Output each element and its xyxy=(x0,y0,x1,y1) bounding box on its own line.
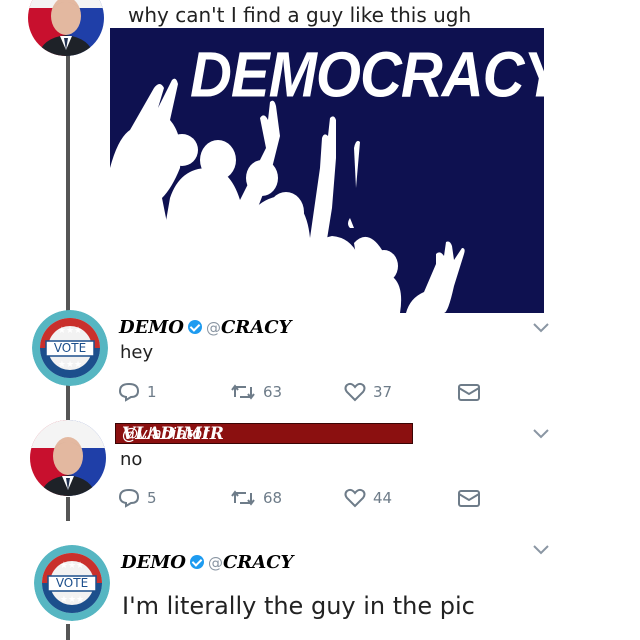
reply2-text: no xyxy=(120,449,143,470)
reply2-actions: 5 68 44 xyxy=(118,488,498,510)
reply1-retweet-button[interactable]: 63 xyxy=(230,382,282,402)
reply2-dm-button[interactable] xyxy=(457,488,481,508)
reply3-name-right: CRACY xyxy=(222,552,294,573)
avatar-vote-badge-2[interactable]: VOTE ★★★ ★★★ xyxy=(34,545,110,621)
thread-line-bottom xyxy=(66,624,70,640)
avatar-vote-badge-1[interactable]: VOTE ★★★ ★★★ xyxy=(32,310,108,386)
chevron-down-icon[interactable] xyxy=(531,426,551,440)
reply1-like-button[interactable]: 37 xyxy=(344,382,392,402)
reply1-dm-button[interactable] xyxy=(457,382,481,402)
reply1-handle: @ xyxy=(205,319,221,337)
vote-badge-label: VOTE xyxy=(55,576,89,590)
reply2-handle: @vladiator xyxy=(122,424,209,443)
vote-badge-stars-bottom: ★★★ xyxy=(57,359,83,369)
chevron-down-icon[interactable] xyxy=(531,320,551,334)
vote-badge-stars-top: ★★★ xyxy=(59,560,85,570)
thread-line-lower xyxy=(66,497,70,521)
reply1-like-count: 37 xyxy=(373,383,393,401)
reply1-actions: 1 63 37 xyxy=(118,382,498,404)
like-icon xyxy=(344,488,366,508)
reply3-name-row[interactable]: DEMO @CRACY xyxy=(121,552,293,573)
dm-icon xyxy=(458,384,480,401)
reply1-retweet-count: 63 xyxy=(263,383,283,401)
reply1-name-row[interactable]: DEMO @CRACY xyxy=(119,317,291,338)
reply2-like-count: 44 xyxy=(373,489,393,507)
reply2-name-row[interactable]: VLADIMIR @vladiator xyxy=(115,423,413,444)
democracy-banner-image[interactable]: DEMOCRACY! xyxy=(110,28,544,313)
retweet-icon xyxy=(231,490,255,506)
verified-icon xyxy=(189,555,204,569)
reply-icon xyxy=(118,488,140,508)
reply1-name-right: CRACY xyxy=(220,317,292,338)
avatar-vladimir-top[interactable] xyxy=(28,0,104,56)
crowd-silhouette xyxy=(110,78,465,313)
vote-badge-label: VOTE xyxy=(53,341,87,355)
vote-badge-stars-bottom: ★★★ xyxy=(59,594,85,604)
like-icon xyxy=(344,382,366,402)
top-tweet-text: why can't I find a guy like this ugh xyxy=(128,3,472,27)
avatar-vladimir[interactable] xyxy=(30,420,106,496)
reply2-reply-count: 5 xyxy=(147,489,157,507)
reply1-reply-button[interactable]: 1 xyxy=(118,382,157,402)
thread-line-top xyxy=(66,55,70,313)
reply3-handle: @ xyxy=(207,554,223,572)
reply3-name-left: DEMO xyxy=(121,552,186,573)
retweet-icon xyxy=(231,384,255,400)
reply1-text: hey xyxy=(120,342,154,363)
reply3-text: I'm literally the guy in the pic xyxy=(122,592,475,620)
reply1-reply-count: 1 xyxy=(147,383,157,401)
verified-icon xyxy=(187,320,202,334)
chevron-down-icon[interactable] xyxy=(531,542,551,556)
thread-line-middle xyxy=(66,385,70,425)
vote-badge-stars-top: ★★★ xyxy=(57,325,83,335)
reply2-retweet-button[interactable]: 68 xyxy=(230,488,282,508)
reply2-reply-button[interactable]: 5 xyxy=(118,488,157,508)
dm-icon xyxy=(458,490,480,507)
reply2-retweet-count: 68 xyxy=(263,489,283,507)
reply-icon xyxy=(118,382,140,402)
reply1-name-left: DEMO xyxy=(119,317,184,338)
reply2-like-button[interactable]: 44 xyxy=(344,488,392,508)
